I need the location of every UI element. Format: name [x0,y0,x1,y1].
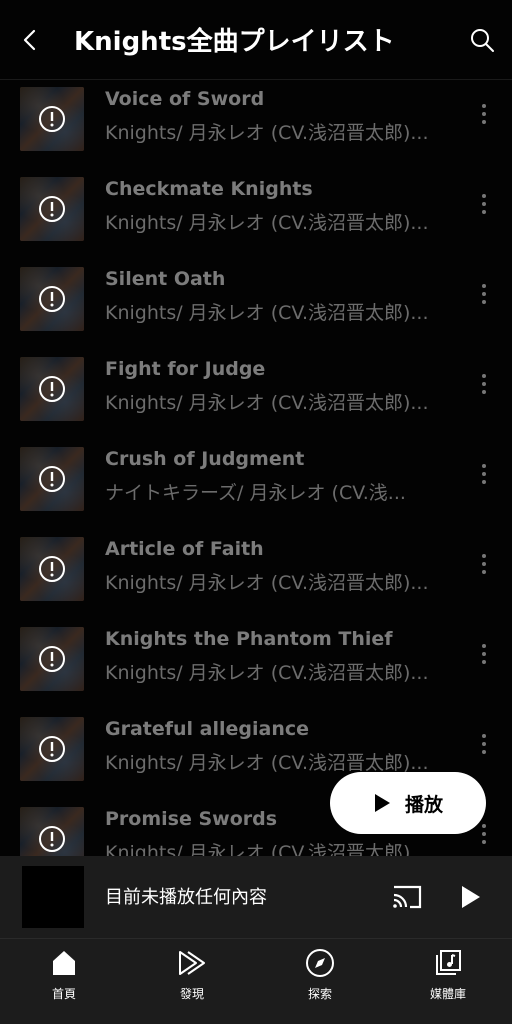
play-all-label: 播放 [404,793,443,816]
alert-icon [39,646,65,672]
nav-explore[interactable]: 探索 [256,939,384,1024]
song-row[interactable]: Fight for Judge Knights/ 月永レオ (CV.浅沼晋太郎)… [0,350,512,440]
song-title: Grateful allegiance [105,718,310,740]
cast-icon[interactable] [390,881,424,913]
nav-explore-label: 探索 [307,987,332,1001]
more-options-button[interactable] [472,98,496,130]
song-row[interactable]: Checkmate Knights Knights/ 月永レオ (CV.浅沼晋太… [0,170,512,260]
more-options-button[interactable] [472,458,496,490]
alert-icon [39,376,65,402]
more-options-button[interactable] [472,728,496,760]
chevron-left-icon [23,29,36,50]
song-artist: Knights/ 月永レオ (CV.浅沼晋太郎)... [105,392,429,414]
alert-icon [39,826,65,852]
nav-library-label: 媒體庫 [429,987,466,1001]
search-button[interactable] [452,0,512,80]
library-icon [436,950,461,975]
more-options-button[interactable] [472,278,496,310]
song-artist: Knights/ 月永レオ (CV.浅沼晋太郎)... [105,212,429,234]
alert-icon [39,736,65,762]
song-title: Knights the Phantom Thief [105,628,393,650]
play-all-button[interactable]: 播放 [330,772,486,834]
nav-home-label: 首頁 [51,987,76,1001]
song-artist: Knights/ 月永レオ (CV.浅沼晋太郎)... [105,122,429,144]
album-art [20,537,84,601]
alert-icon [39,286,65,312]
more-options-button[interactable] [472,188,496,220]
now-playing-status: 目前未播放任何內容 [105,887,267,908]
song-artist: Knights/ 月永レオ (CV.浅沼晋太郎)... [105,572,429,594]
song-title: Voice of Sword [105,88,265,110]
song-artist: Knights/ 月永レオ (CV.浅沼晋太郎)... [105,752,429,774]
nav-discover-label: 發現 [179,987,204,1001]
album-art [20,807,84,856]
nav-library[interactable]: 媒體庫 [384,939,512,1024]
alert-icon [39,106,65,132]
song-title: Promise Swords [105,808,278,830]
song-title: Fight for Judge [105,358,266,380]
bottom-nav: 首頁 發現 探索 媒體庫 [0,938,512,1024]
back-button[interactable] [0,0,60,80]
top-app-bar: Knights全曲プレイリスト [0,0,512,80]
album-art [20,87,84,151]
song-artist: Knights/ 月永レオ (CV.浅沼晋太郎)... [105,842,429,856]
compass-icon [306,949,334,977]
more-options-button[interactable] [472,638,496,670]
song-title: Crush of Judgment [105,448,305,470]
home-icon [53,951,75,975]
song-title: Article of Faith [105,538,264,560]
song-artist: Knights/ 月永レオ (CV.浅沼晋太郎)... [105,302,429,324]
more-options-button[interactable] [472,548,496,580]
alert-icon [39,466,65,492]
song-row[interactable]: Crush of Judgment ナイトキラーズ/ 月永レオ (CV.浅... [0,440,512,530]
album-art [20,717,84,781]
album-art [20,357,84,421]
discover-play-icon [179,951,205,975]
nav-home[interactable]: 首頁 [0,939,128,1024]
mini-play-icon[interactable] [456,880,486,914]
song-row[interactable]: Silent Oath Knights/ 月永レオ (CV.浅沼晋太郎)... [0,260,512,350]
search-icon [471,28,494,52]
page-title: Knights全曲プレイリスト [74,27,395,57]
album-art [20,447,84,511]
song-row[interactable]: Voice of Sword Knights/ 月永レオ (CV.浅沼晋太郎).… [0,80,512,170]
alert-icon [39,556,65,582]
nav-discover[interactable]: 發現 [128,939,256,1024]
song-list: Voice of Sword Knights/ 月永レオ (CV.浅沼晋太郎).… [0,80,512,856]
song-artist: Knights/ 月永レオ (CV.浅沼晋太郎)... [105,662,429,684]
song-title: Checkmate Knights [105,178,313,200]
song-row[interactable]: Article of Faith Knights/ 月永レオ (CV.浅沼晋太郎… [0,530,512,620]
alert-icon [39,196,65,222]
song-row[interactable]: Knights the Phantom Thief Knights/ 月永レオ … [0,620,512,710]
play-icon [374,794,390,812]
mini-player[interactable]: 目前未播放任何內容 [0,856,512,938]
album-art [20,177,84,241]
now-playing-art [22,866,84,928]
more-options-button[interactable] [472,368,496,400]
album-art [20,627,84,691]
album-art [20,267,84,331]
song-title: Silent Oath [105,268,226,290]
song-artist: ナイトキラーズ/ 月永レオ (CV.浅... [105,482,406,504]
